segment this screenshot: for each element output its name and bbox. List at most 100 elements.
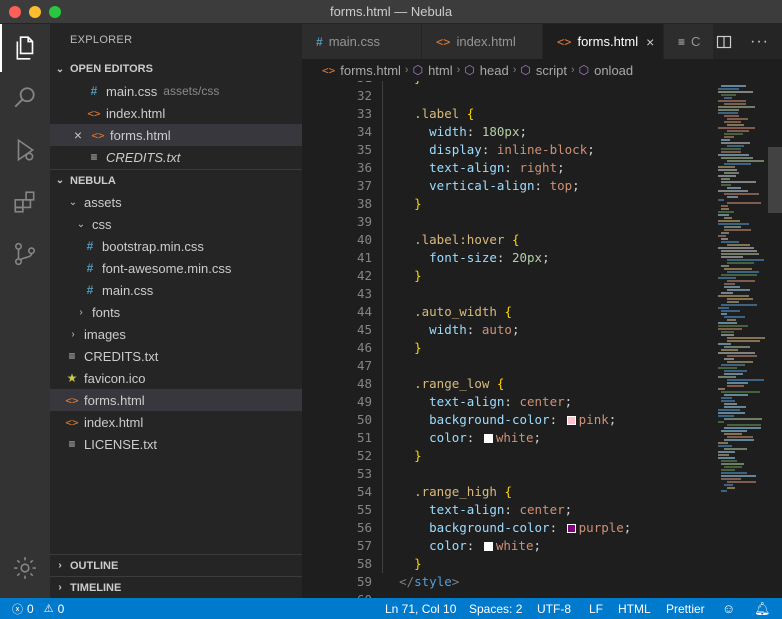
minimap-line	[727, 196, 738, 198]
file-name: CREDITS.txt	[84, 348, 159, 364]
formatter[interactable]: Prettier	[666, 598, 705, 619]
more-actions-icon[interactable]: ···	[750, 24, 769, 59]
breadcrumb-item[interactable]: onload	[594, 63, 633, 78]
timeline-section[interactable]: › TIMELINE	[50, 576, 302, 598]
cursor-position[interactable]: Ln 71, Col 10	[385, 598, 456, 619]
problems-indicator[interactable]: ⓧ 0 ⚠ 0	[12, 598, 64, 619]
line-ending[interactable]: LF	[589, 598, 603, 619]
minimap-line	[721, 139, 730, 141]
minimap-line	[724, 115, 739, 117]
close-icon[interactable]: ×	[646, 34, 654, 50]
minimap-line	[721, 472, 747, 474]
minimap-line	[718, 352, 755, 354]
tab-forms-html[interactable]: <> forms.html ×	[543, 24, 664, 59]
tree-file[interactable]: ★ favicon.ico	[50, 367, 302, 389]
code-line: color: white;	[429, 430, 542, 445]
line-number: 56	[356, 520, 372, 535]
minimap-scrollbar[interactable]	[768, 147, 782, 213]
tree-file[interactable]: # bootstrap.min.css	[50, 235, 302, 257]
html-file-icon: <>	[436, 34, 451, 49]
indentation[interactable]: Spaces: 2	[469, 598, 522, 619]
tab-main-css[interactable]: # main.css	[302, 24, 422, 59]
color-swatch[interactable]	[483, 542, 493, 551]
tree-folder-fonts[interactable]: › fonts	[50, 301, 302, 323]
line-number: 53	[356, 466, 372, 481]
split-editor-icon[interactable]	[716, 24, 732, 59]
color-swatch[interactable]	[566, 524, 576, 533]
minimap-line	[724, 163, 751, 165]
minimap-line	[721, 292, 733, 294]
feedback-icon[interactable]: ☺	[722, 598, 735, 619]
line-number: 45	[356, 322, 372, 337]
language-mode[interactable]: HTML	[618, 598, 651, 619]
minimap-line	[727, 385, 744, 387]
code-line: .label:hover {	[414, 232, 520, 247]
file-name: main.css	[102, 282, 154, 298]
close-icon[interactable]: ×	[70, 127, 86, 143]
minimap-line	[721, 178, 730, 180]
tree-file[interactable]: ≡ CREDITS.txt	[50, 345, 302, 367]
minimap-line	[727, 145, 744, 147]
html-file-icon: <>	[91, 128, 105, 142]
notifications-icon[interactable]: 🔔︎	[754, 598, 771, 619]
breadcrumb-item[interactable]: script	[536, 63, 567, 78]
minimap-line	[718, 91, 753, 93]
html-file-icon: <>	[87, 106, 101, 120]
open-editor-item[interactable]: # main.css assets/css	[50, 80, 302, 102]
tree-file[interactable]: ≡ LICENSE.txt	[50, 433, 302, 455]
code-line: font-size: 20px;	[429, 250, 550, 265]
minimap-line	[727, 337, 765, 339]
project-section[interactable]: ⌄ NEBULA	[50, 169, 302, 191]
breadcrumb-item[interactable]: head	[480, 63, 509, 78]
minimap[interactable]	[714, 81, 782, 598]
code-line: </style>	[399, 574, 460, 589]
tab-index-html[interactable]: <> index.html	[422, 24, 543, 59]
tree-file[interactable]: # font-awesome.min.css	[50, 257, 302, 279]
settings-gear-icon[interactable]	[0, 544, 50, 592]
tree-file-active[interactable]: <> forms.html	[50, 389, 302, 411]
color-swatch[interactable]	[483, 434, 493, 443]
chevron-right-icon: ›	[512, 64, 517, 76]
tab-credits-txt[interactable]: ≡ C	[664, 24, 714, 59]
outline-section[interactable]: › OUTLINE	[50, 554, 302, 576]
minimap-line	[724, 439, 754, 441]
line-number: 50	[356, 412, 372, 427]
minimap-line	[727, 487, 735, 489]
code-line: .range_low {	[414, 376, 505, 391]
minimap-line	[721, 364, 745, 366]
open-editors-section[interactable]: ⌄ OPEN EDITORS	[50, 58, 302, 80]
minimap-line	[724, 406, 746, 408]
minimap-line	[718, 457, 735, 459]
tree-folder-assets[interactable]: ⌄ assets	[50, 191, 302, 213]
search-icon[interactable]	[0, 74, 50, 122]
line-number: 51	[356, 430, 372, 445]
breadcrumb-item[interactable]: forms.html	[340, 63, 401, 78]
tree-file[interactable]: # main.css	[50, 279, 302, 301]
minimap-line	[721, 478, 741, 480]
breadcrumb-item[interactable]: html	[428, 63, 453, 78]
minimap-line	[727, 271, 759, 273]
minimap-line	[727, 130, 749, 132]
minimap-line	[727, 280, 755, 282]
tab-label: index.html	[456, 34, 516, 49]
code-editor[interactable]: 3132333435363738394041424344454647484950…	[302, 81, 714, 598]
extensions-icon[interactable]	[0, 178, 50, 226]
tree-file[interactable]: <> index.html	[50, 411, 302, 433]
color-swatch[interactable]	[566, 416, 576, 425]
code-line: vertical-align: top;	[429, 178, 580, 193]
debug-icon[interactable]	[0, 126, 50, 174]
open-editor-item-active[interactable]: × <> forms.html	[50, 124, 302, 146]
minimap-line	[718, 325, 748, 327]
minimap-line	[727, 187, 741, 189]
explorer-icon[interactable]	[0, 24, 50, 72]
encoding[interactable]: UTF-8	[537, 598, 571, 619]
tree-folder-css[interactable]: ⌄ css	[50, 213, 302, 235]
file-name: index.html	[84, 414, 144, 430]
tree-folder-images[interactable]: › images	[50, 323, 302, 345]
code-line: text-align: center;	[429, 394, 573, 409]
open-editor-item[interactable]: ≡ CREDITS.txt	[50, 146, 302, 168]
minimap-line	[721, 238, 728, 240]
minimap-line	[724, 316, 745, 318]
open-editor-item[interactable]: <> index.html	[50, 102, 302, 124]
source-control-icon[interactable]	[0, 230, 50, 278]
